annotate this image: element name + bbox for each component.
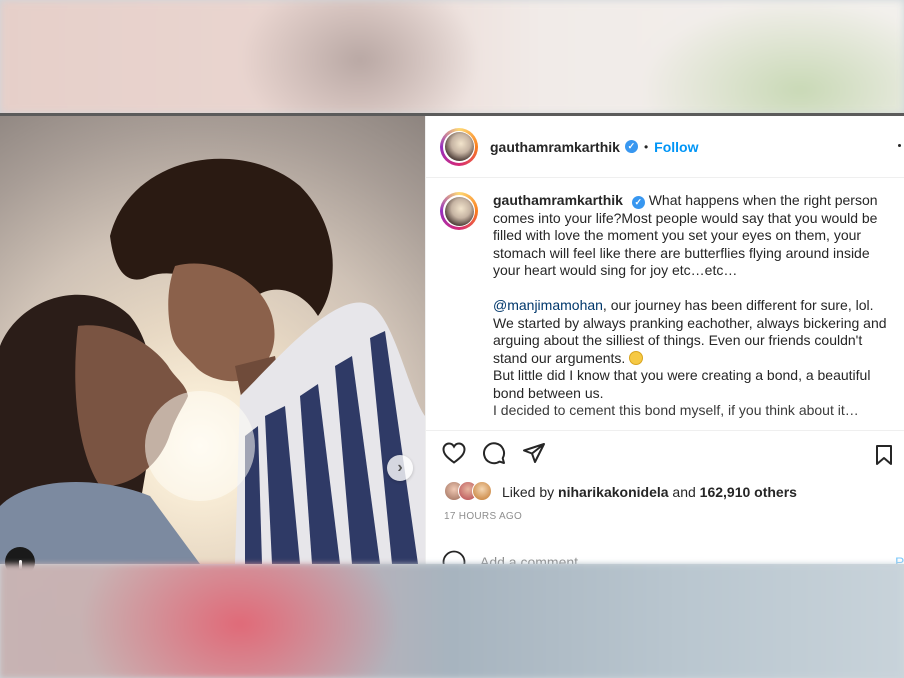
blurred-background-bottom	[0, 564, 904, 678]
caption-text: gauthamramkarthik ✓ What happens when th…	[493, 192, 891, 420]
blurred-background-top	[0, 0, 904, 114]
likes-row: Liked by niharikakonidela and 162,910 ot…	[426, 477, 904, 507]
emoji-icon[interactable]	[442, 550, 466, 564]
liker-username[interactable]: niharikakonidela	[558, 484, 668, 500]
verified-icon: ✓	[631, 196, 645, 210]
separator-dot: •	[643, 139, 649, 154]
post-comment-button[interactable]: Post	[895, 554, 904, 564]
verified-icon: ✓	[624, 140, 638, 153]
caption-avatar[interactable]	[440, 192, 478, 230]
likes-connector: and	[672, 484, 696, 500]
post-details-panel: gauthamramkarthik ✓ • Follow gauthamramk…	[425, 116, 904, 564]
caption-mention-link[interactable]: @manjimamohan	[493, 297, 603, 313]
chevron-right-icon: ›	[397, 459, 403, 476]
comment-input[interactable]: Add a comment...	[480, 554, 590, 564]
caption-paragraph-4: I decided to cement this bond myself, if…	[493, 402, 859, 418]
caption-paragraph-3: But little did I know that you were crea…	[493, 367, 871, 401]
share-icon[interactable]	[522, 441, 546, 465]
comment-icon[interactable]	[482, 441, 506, 465]
header-username[interactable]: gauthamramkarthik	[490, 139, 620, 155]
post-header: gauthamramkarthik ✓ • Follow	[426, 116, 904, 178]
laughing-emoji-icon	[629, 350, 644, 365]
post-timestamp: 17 HOURS AGO	[444, 511, 523, 522]
caption-username[interactable]: gauthamramkarthik	[493, 192, 623, 208]
more-options-icon[interactable]	[898, 144, 901, 147]
heart-icon[interactable]	[442, 442, 466, 464]
couple-silhouette-illustration	[0, 158, 425, 564]
post-photo[interactable]: ›	[0, 116, 425, 564]
action-bar	[426, 431, 904, 475]
caption-section: gauthamramkarthik ✓ What happens when th…	[426, 178, 904, 431]
avatar[interactable]	[440, 127, 478, 166]
follow-button[interactable]: Follow	[654, 139, 698, 155]
likes-count-link[interactable]: 162,910 others	[700, 484, 797, 500]
bookmark-icon[interactable]	[875, 444, 893, 466]
carousel-next-button[interactable]: ›	[387, 455, 413, 481]
liker-avatars	[444, 481, 496, 503]
add-comment-row: Add a comment... Post	[426, 550, 904, 564]
likes-prefix: Liked by	[502, 484, 555, 500]
